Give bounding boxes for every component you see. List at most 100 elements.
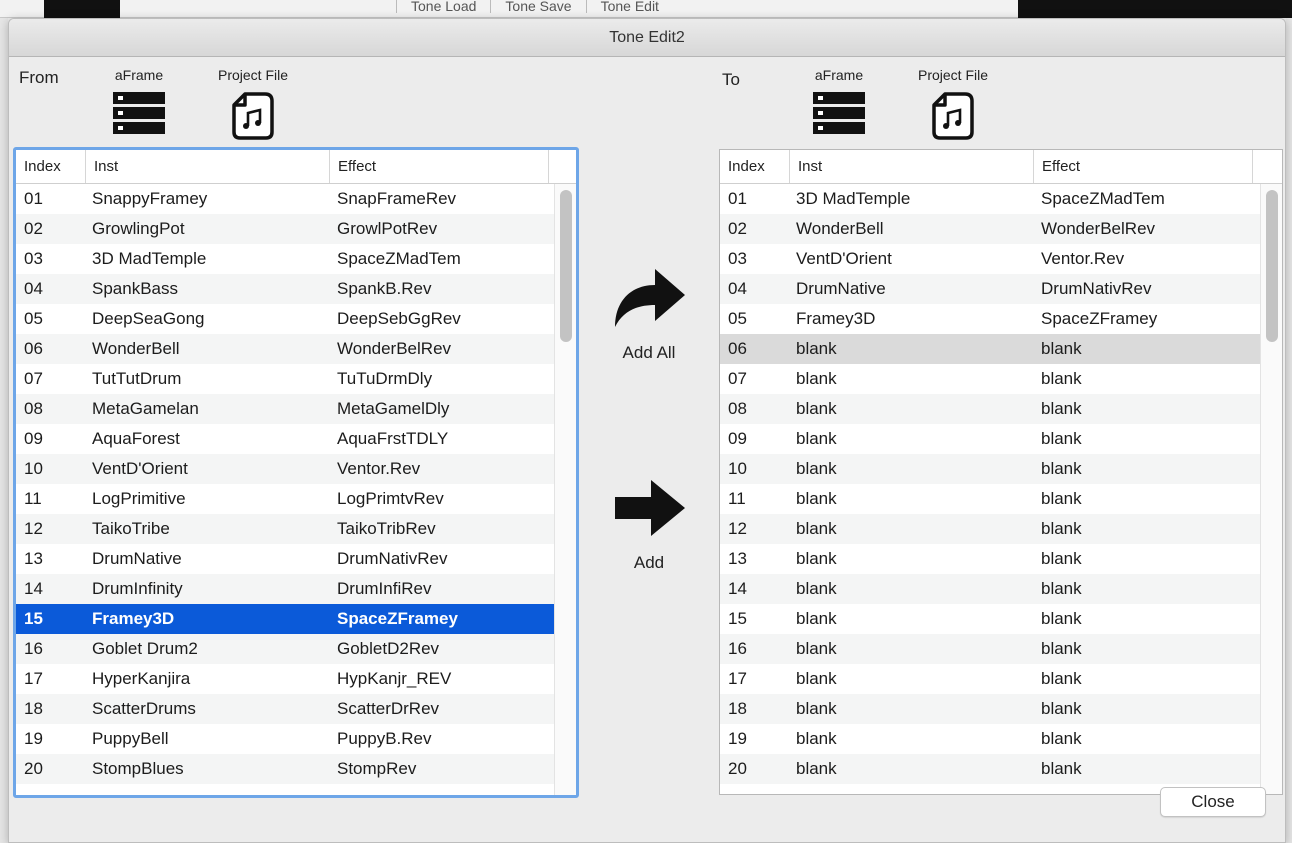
from-table-row[interactable]: 19 PuppyBell PuppyB.Rev <box>16 724 576 754</box>
to-table-row[interactable]: 19 blank blank <box>720 724 1282 754</box>
from-col-index[interactable]: Index <box>16 150 86 183</box>
to-col-inst[interactable]: Inst <box>790 150 1034 183</box>
add-all-button[interactable]: Add All <box>599 265 699 363</box>
to-effect-cell: blank <box>1041 459 1082 478</box>
from-table-row[interactable]: 13 DrumNative DrumNativRev <box>16 544 576 574</box>
from-table-rows: 01 SnappyFramey SnapFrameRev 02 GrowlingPot G… <box>16 184 576 784</box>
from-scrollbar[interactable] <box>554 184 576 795</box>
to-inst-cell: blank <box>796 669 837 688</box>
to-index-cell: 17 <box>728 669 747 688</box>
from-inst-cell: 3D MadTemple <box>92 249 207 268</box>
to-effect-cell: blank <box>1041 549 1082 568</box>
to-table[interactable]: Index Inst Effect 01 3D MadTemple SpaceZMa… <box>719 149 1283 795</box>
from-table-row[interactable]: 16 Goblet Drum2 GobletD2Rev <box>16 634 576 664</box>
to-index-cell: 07 <box>728 369 747 388</box>
from-table-row[interactable]: 07 TutTutDrum TuTuDrmDly <box>16 364 576 394</box>
to-effect-cell: blank <box>1041 369 1082 388</box>
close-button[interactable]: Close <box>1160 787 1266 817</box>
from-effect-cell: DrumNativRev <box>337 549 448 568</box>
to-project-file-button[interactable]: Project File <box>903 67 1003 141</box>
to-index-cell: 11 <box>728 489 746 508</box>
to-inst-cell: 3D MadTemple <box>796 189 911 208</box>
from-col-inst[interactable]: Inst <box>86 150 330 183</box>
from-table-row[interactable]: 09 AquaForest AquaFrstTDLY <box>16 424 576 454</box>
from-effect-cell: AquaFrstTDLY <box>337 429 449 448</box>
to-col-effect[interactable]: Effect <box>1034 150 1253 183</box>
to-table-row[interactable]: 09 blank blank <box>720 424 1282 454</box>
to-inst-cell: blank <box>796 639 837 658</box>
from-project-file-label: Project File <box>217 67 289 83</box>
from-table-row[interactable]: 05 DeepSeaGong DeepSebGgRev <box>16 304 576 334</box>
window-title: Tone Edit2 <box>9 19 1285 57</box>
to-inst-cell: blank <box>796 759 837 778</box>
tone-edit-dialog: Tone Edit2 From aFrame Project File Inde… <box>8 18 1286 843</box>
from-col-effect[interactable]: Effect <box>330 150 549 183</box>
to-table-row[interactable]: 16 blank blank <box>720 634 1282 664</box>
to-project-file-label: Project File <box>917 67 989 83</box>
to-table-row[interactable]: 05 Framey3D SpaceZFramey <box>720 304 1282 334</box>
from-index-cell: 03 <box>24 249 43 268</box>
from-table[interactable]: Index Inst Effect 01 SnappyFramey SnapFram… <box>13 147 579 798</box>
from-table-row[interactable]: 18 ScatterDrums ScatterDrRev <box>16 694 576 724</box>
from-aframe-button[interactable]: aFrame <box>89 67 189 135</box>
to-table-row[interactable]: 20 blank blank <box>720 754 1282 784</box>
to-table-row[interactable]: 12 blank blank <box>720 514 1282 544</box>
from-inst-cell: Framey3D <box>92 609 175 628</box>
from-table-row[interactable]: 15 Framey3D SpaceZFramey <box>16 604 576 634</box>
to-effect-cell: blank <box>1041 669 1082 688</box>
to-col-index[interactable]: Index <box>720 150 790 183</box>
from-table-row[interactable]: 01 SnappyFramey SnapFrameRev <box>16 184 576 214</box>
to-inst-cell: blank <box>796 549 837 568</box>
to-inst-cell: blank <box>796 729 837 748</box>
to-label: To <box>722 70 740 89</box>
add-all-label: Add All <box>622 343 676 362</box>
background-menu-tone-load[interactable]: Tone Load <box>396 0 490 13</box>
to-scroll-thumb[interactable] <box>1266 190 1278 342</box>
to-table-row[interactable]: 13 blank blank <box>720 544 1282 574</box>
from-table-row[interactable]: 12 TaikoTribe TaikoTribRev <box>16 514 576 544</box>
to-table-row[interactable]: 17 blank blank <box>720 664 1282 694</box>
to-table-row[interactable]: 08 blank blank <box>720 394 1282 424</box>
background-menu-tone-save[interactable]: Tone Save <box>490 0 585 13</box>
from-index-cell: 11 <box>24 489 42 508</box>
from-inst-cell: TutTutDrum <box>92 369 182 388</box>
from-index-cell: 18 <box>24 699 43 718</box>
from-table-row[interactable]: 14 DrumInfinity DrumInfiRev <box>16 574 576 604</box>
to-aframe-button[interactable]: aFrame <box>789 67 889 135</box>
to-effect-cell: blank <box>1041 489 1082 508</box>
to-table-row[interactable]: 03 VentD'Orient Ventor.Rev <box>720 244 1282 274</box>
from-scroll-thumb[interactable] <box>560 190 572 342</box>
to-table-row[interactable]: 01 3D MadTemple SpaceZMadTem <box>720 184 1282 214</box>
from-table-row[interactable]: 06 WonderBell WonderBelRev <box>16 334 576 364</box>
from-table-row[interactable]: 08 MetaGamelan MetaGamelDly <box>16 394 576 424</box>
to-table-row[interactable]: 02 WonderBell WonderBelRev <box>720 214 1282 244</box>
to-table-row[interactable]: 06 blank blank <box>720 334 1282 364</box>
to-table-row[interactable]: 15 blank blank <box>720 604 1282 634</box>
from-table-row[interactable]: 03 3D MadTemple SpaceZMadTem <box>16 244 576 274</box>
from-table-row[interactable]: 17 HyperKanjira HypKanjr_REV <box>16 664 576 694</box>
from-table-row[interactable]: 10 VentD'Orient Ventor.Rev <box>16 454 576 484</box>
from-effect-cell: GobletD2Rev <box>337 639 440 658</box>
to-index-cell: 08 <box>728 399 747 418</box>
to-table-row[interactable]: 07 blank blank <box>720 364 1282 394</box>
from-table-row[interactable]: 20 StompBlues StompRev <box>16 754 576 784</box>
to-table-row[interactable]: 04 DrumNative DrumNativRev <box>720 274 1282 304</box>
to-table-row[interactable]: 14 blank blank <box>720 574 1282 604</box>
to-scrollbar[interactable] <box>1260 184 1282 794</box>
to-table-row[interactable]: 10 blank blank <box>720 454 1282 484</box>
to-table-row[interactable]: 11 blank blank <box>720 484 1282 514</box>
from-table-row[interactable]: 02 GrowlingPot GrowlPotRev <box>16 214 576 244</box>
to-inst-cell: blank <box>796 699 837 718</box>
from-table-row[interactable]: 11 LogPrimitive LogPrimtvRev <box>16 484 576 514</box>
from-project-file-button[interactable]: Project File <box>203 67 303 141</box>
from-table-row[interactable]: 04 SpankBass SpankB.Rev <box>16 274 576 304</box>
to-table-row[interactable]: 18 blank blank <box>720 694 1282 724</box>
to-effect-cell: SpaceZFramey <box>1041 309 1158 328</box>
from-index-cell: 05 <box>24 309 43 328</box>
add-button[interactable]: Add <box>599 477 699 573</box>
to-effect-cell: blank <box>1041 729 1082 748</box>
background-menu-tone-edit[interactable]: Tone Edit <box>585 0 673 13</box>
from-index-cell: 20 <box>24 759 43 778</box>
to-effect-cell: DrumNativRev <box>1041 279 1152 298</box>
from-index-cell: 06 <box>24 339 43 358</box>
